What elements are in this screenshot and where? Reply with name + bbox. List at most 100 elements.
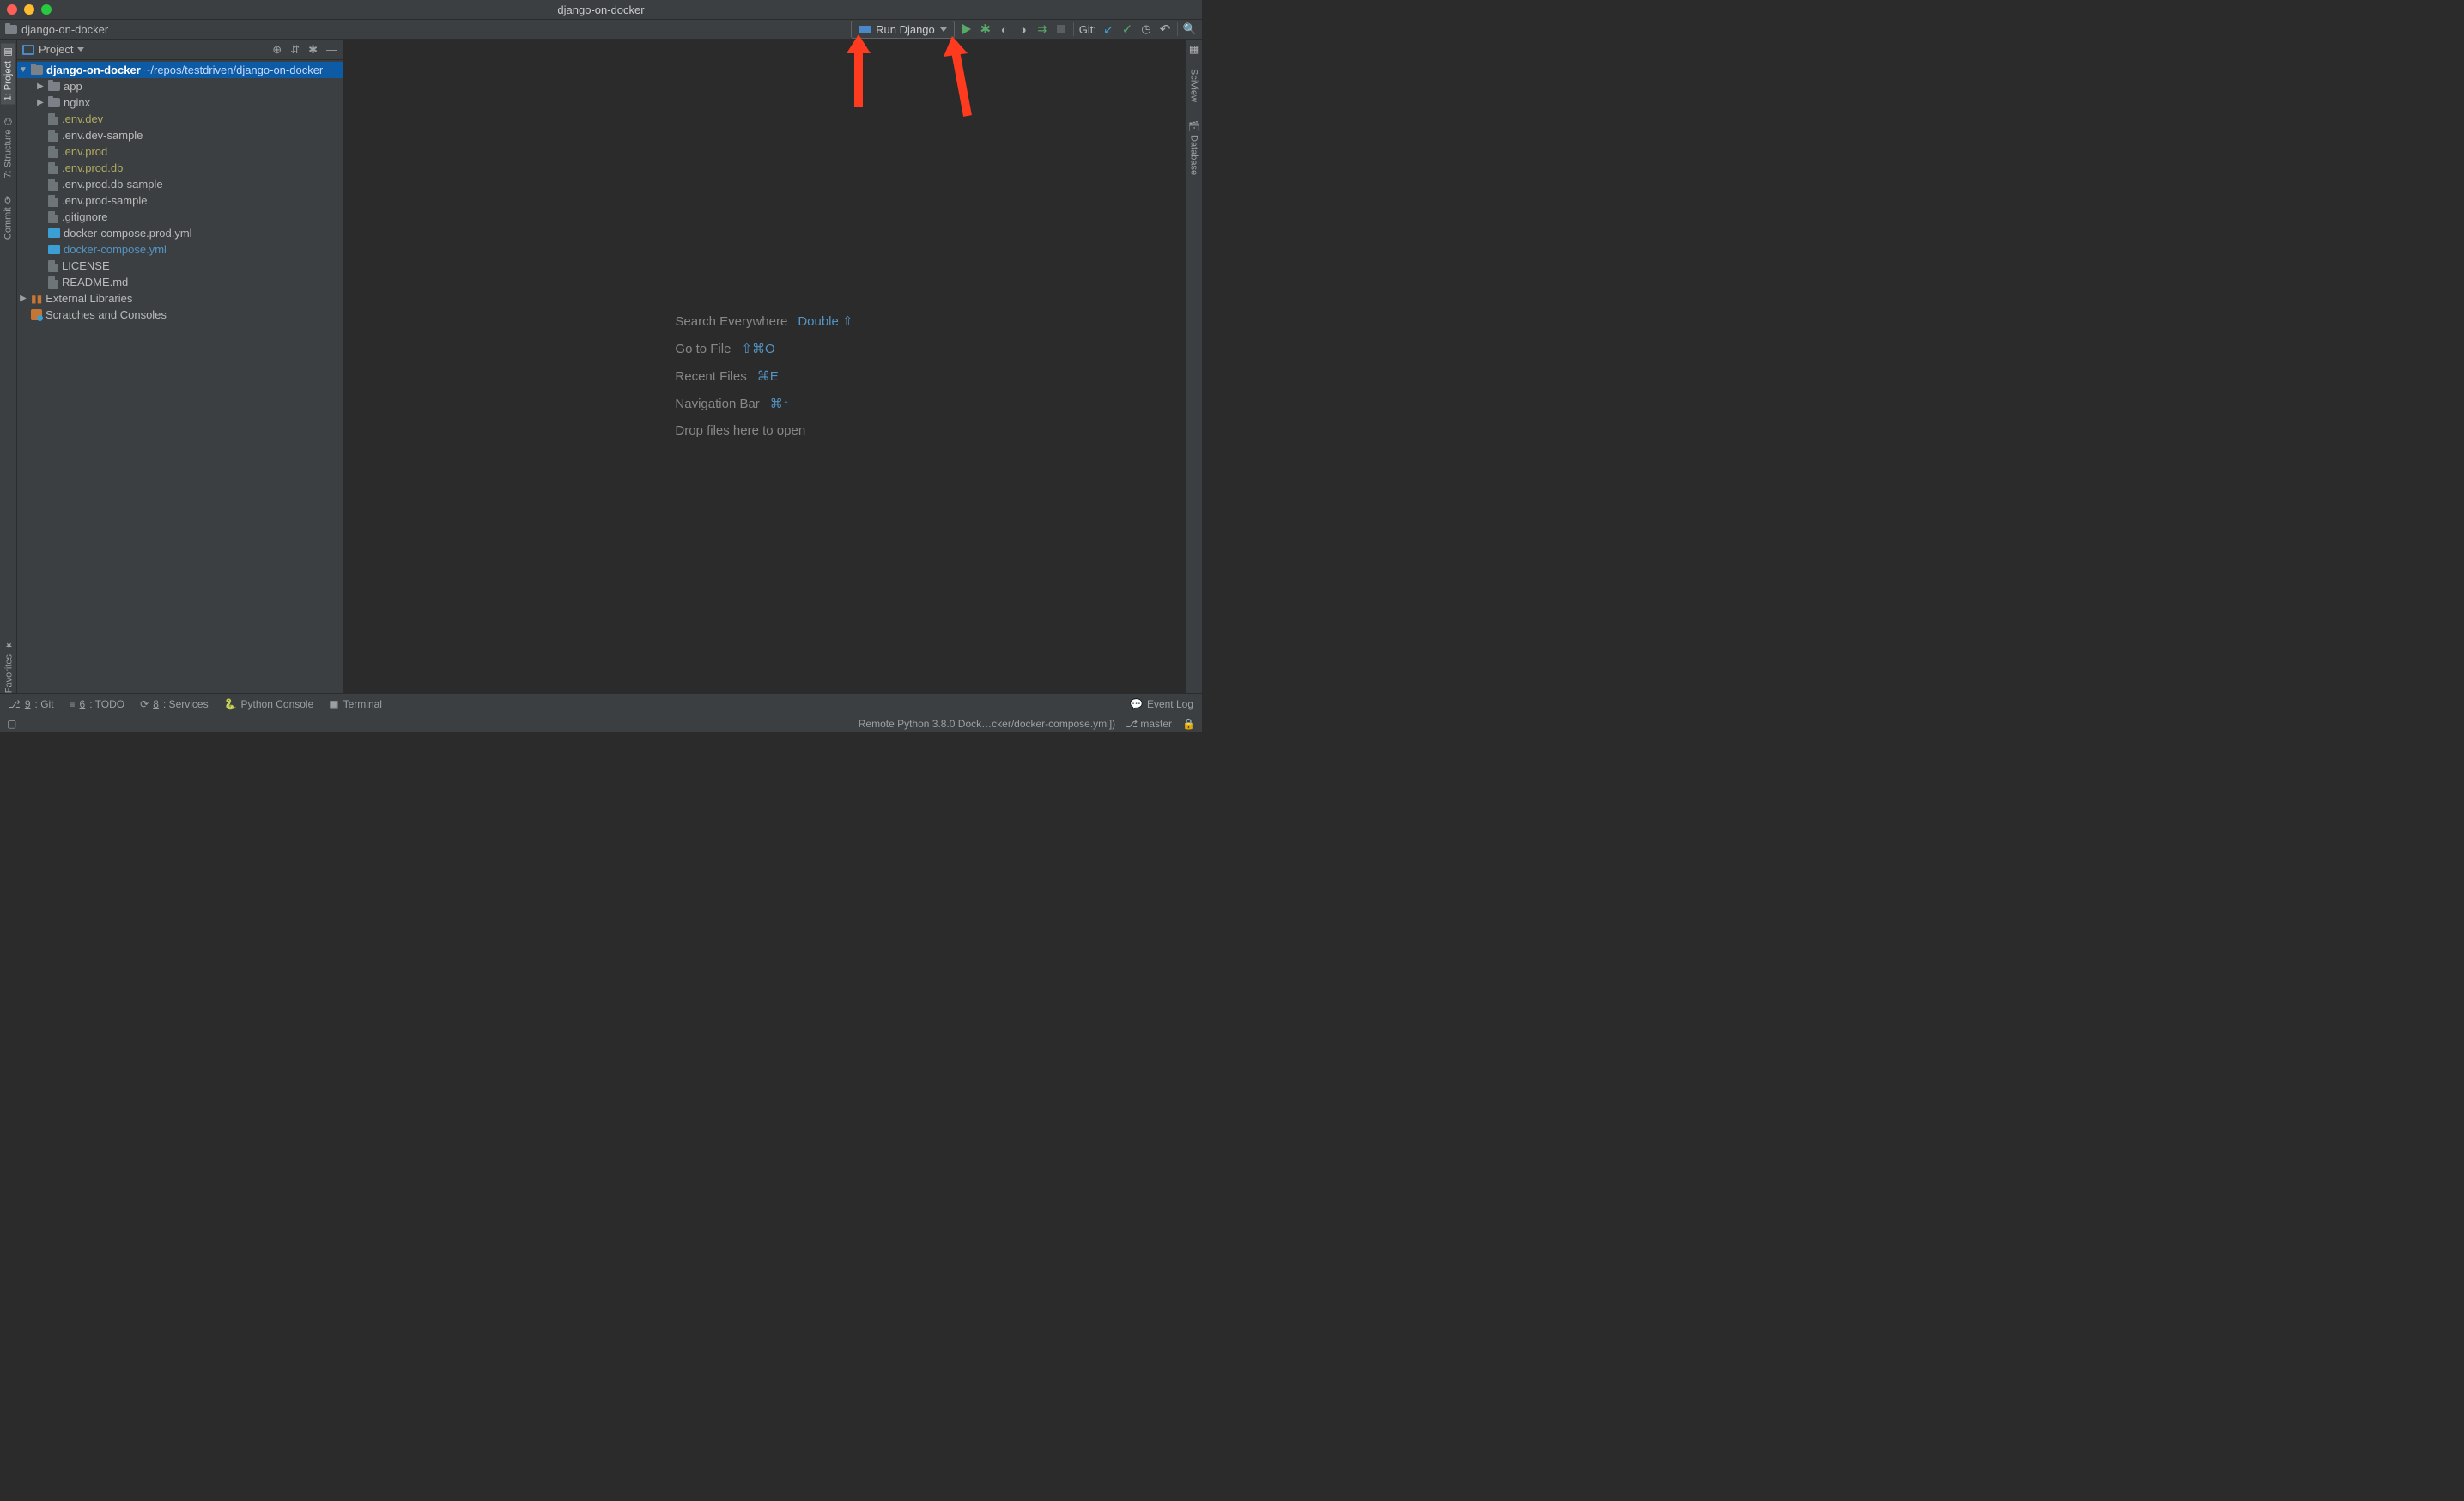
divider xyxy=(1177,22,1178,36)
tree-item-label: .env.dev-sample xyxy=(62,129,143,142)
breadcrumb[interactable]: django-on-docker xyxy=(21,23,108,36)
django-icon xyxy=(859,26,871,33)
git-label: Git: xyxy=(1079,23,1096,36)
bottom-tool-tabs: ⎇ 9: 9: GitGit ≡ 6: TODO ⟳ 8: Services 🐍… xyxy=(0,693,1202,714)
terminal-tool-tab[interactable]: ▣ Terminal xyxy=(329,698,382,710)
tree-item-label: LICENSE xyxy=(62,259,110,272)
git-branch-status[interactable]: ⎇ master xyxy=(1126,718,1172,730)
tree-folder[interactable]: ▶ app xyxy=(17,78,343,94)
project-view-icon xyxy=(22,45,34,55)
tree-item-label: Scratches and Consoles xyxy=(46,308,167,321)
editor-empty-state[interactable]: Search EverywhereDouble ⇧ Go to File⇧⌘O … xyxy=(343,40,1185,712)
project-panel-header: Project ⊕ ⇵ ✱ — xyxy=(17,40,343,60)
file-icon xyxy=(48,195,58,207)
minimize-window-icon[interactable] xyxy=(24,4,34,15)
expand-arrow-icon[interactable]: ▼ xyxy=(19,65,27,75)
folder-icon xyxy=(48,98,60,107)
tree-file[interactable]: .env.prod-sample xyxy=(17,192,343,209)
project-panel-title[interactable]: Project xyxy=(39,43,73,56)
vcs-commit-button[interactable]: ✓ xyxy=(1120,22,1134,36)
run-configuration-selector[interactable]: Run Django xyxy=(851,21,955,39)
play-icon xyxy=(962,24,971,34)
python-console-tool-tab[interactable]: 🐍 Python Console xyxy=(224,698,314,710)
vcs-update-button[interactable]: ↙ xyxy=(1102,22,1115,36)
file-icon xyxy=(48,211,58,223)
tree-file[interactable]: docker-compose.prod.yml xyxy=(17,225,343,241)
tree-file[interactable]: .env.prod xyxy=(17,143,343,160)
folder-icon xyxy=(48,82,60,91)
structure-tool-tab[interactable]: 7: Structure ⌬ xyxy=(1,114,15,181)
tree-item-label: nginx xyxy=(64,96,90,109)
run-coverage-button[interactable]: ◐ xyxy=(998,22,1011,36)
tree-folder[interactable]: ▶ nginx xyxy=(17,94,343,111)
tree-item-label: .env.prod xyxy=(62,145,107,158)
file-icon xyxy=(48,130,58,142)
hint-navbar-label: Navigation Bar xyxy=(675,397,759,411)
services-tool-tab[interactable]: ⟳ 8: Services xyxy=(140,698,208,710)
tree-item-label: .env.prod.db-sample xyxy=(62,178,163,191)
right-tool-strip: ▦ SciView 🗃 Database xyxy=(1185,40,1202,712)
vcs-history-button[interactable]: ◷ xyxy=(1139,22,1153,36)
tree-file[interactable]: docker-compose.yml xyxy=(17,241,343,258)
close-window-icon[interactable] xyxy=(7,4,17,15)
grid-icon[interactable]: ▦ xyxy=(1189,43,1199,55)
locate-icon[interactable]: ⊕ xyxy=(272,43,282,57)
tree-root[interactable]: ▼ django-on-docker ~/repos/testdriven/dj… xyxy=(17,62,343,78)
interpreter-status[interactable]: Remote Python 3.8.0 Dock…cker/docker-com… xyxy=(859,718,1115,730)
todo-tool-tab[interactable]: ≡ 6: TODO xyxy=(70,698,125,710)
tree-external-libraries[interactable]: ▶ ▮▮ External Libraries xyxy=(17,290,343,307)
expand-all-icon[interactable]: ⇵ xyxy=(290,43,300,57)
file-icon xyxy=(48,146,58,158)
tree-file[interactable]: .env.prod.db-sample xyxy=(17,176,343,192)
expand-arrow-icon[interactable]: ▶ xyxy=(36,98,45,107)
expand-arrow-icon[interactable]: ▶ xyxy=(36,82,45,91)
tree-item-label: docker-compose.yml xyxy=(64,243,167,256)
tree-file[interactable]: .env.prod.db xyxy=(17,160,343,176)
welcome-hints: Search EverywhereDouble ⇧ Go to File⇧⌘O … xyxy=(675,313,853,438)
tree-file[interactable]: README.md xyxy=(17,274,343,290)
project-panel: Project ⊕ ⇵ ✱ — ▼ django-on-docker ~/rep… xyxy=(17,40,343,712)
maximize-window-icon[interactable] xyxy=(41,4,52,15)
hide-panel-icon[interactable]: — xyxy=(326,43,337,56)
file-icon xyxy=(48,276,58,289)
navigation-bar: django-on-docker Run Django ✱ ◐ ◑ ⇉ Git:… xyxy=(0,19,1202,40)
folder-icon xyxy=(5,25,17,34)
tree-item-label: External Libraries xyxy=(46,292,132,305)
run-button[interactable] xyxy=(960,22,974,36)
search-everywhere-button[interactable]: 🔍 xyxy=(1183,22,1197,36)
tree-file[interactable]: .env.dev-sample xyxy=(17,127,343,143)
database-tool-tab[interactable]: 🗃 Database xyxy=(1186,116,1201,179)
sciview-tool-tab[interactable]: SciView xyxy=(1187,65,1201,106)
run-anything-button[interactable]: ⇉ xyxy=(1035,22,1049,36)
lock-icon[interactable]: 🔒 xyxy=(1182,718,1195,730)
tree-file[interactable]: LICENSE xyxy=(17,258,343,274)
expand-arrow-icon[interactable]: ▶ xyxy=(19,294,27,303)
tree-root-path: ~/repos/testdriven/django-on-docker xyxy=(144,64,323,76)
tree-scratches[interactable]: Scratches and Consoles xyxy=(17,307,343,323)
tree-root-name: django-on-docker xyxy=(46,64,141,76)
hint-search-label: Search Everywhere xyxy=(675,314,787,329)
tree-file[interactable]: .env.dev xyxy=(17,111,343,127)
stop-button xyxy=(1054,22,1068,36)
tree-file[interactable]: .gitignore xyxy=(17,209,343,225)
chevron-down-icon[interactable] xyxy=(77,47,84,52)
git-tool-tab[interactable]: ⎇ 9: 9: GitGit xyxy=(9,698,54,710)
project-tree[interactable]: ▼ django-on-docker ~/repos/testdriven/dj… xyxy=(17,60,343,712)
stop-icon xyxy=(1057,25,1065,33)
settings-icon[interactable]: ✱ xyxy=(308,43,318,57)
vcs-rollback-button[interactable]: ↶ xyxy=(1158,22,1172,36)
hint-recent-key: ⌘E xyxy=(757,368,779,384)
status-bar: ▢ Remote Python 3.8.0 Dock…cker/docker-c… xyxy=(0,714,1202,732)
run-config-label: Run Django xyxy=(876,23,935,36)
commit-tool-tab[interactable]: Commit ⟳ xyxy=(1,192,15,243)
status-left[interactable]: ▢ xyxy=(7,718,16,730)
hint-goto-key: ⇧⌘O xyxy=(741,341,774,356)
project-tool-tab[interactable]: 1: Project ▤ xyxy=(1,43,15,104)
chevron-down-icon xyxy=(940,27,947,32)
tree-item-label: .gitignore xyxy=(62,210,107,223)
debug-button[interactable]: ✱ xyxy=(979,22,992,36)
tree-item-label: .env.prod-sample xyxy=(62,194,147,207)
libraries-icon: ▮▮ xyxy=(31,293,42,305)
profile-button[interactable]: ◑ xyxy=(1017,22,1030,36)
event-log-tool-tab[interactable]: 💬 Event Log xyxy=(1130,698,1193,710)
